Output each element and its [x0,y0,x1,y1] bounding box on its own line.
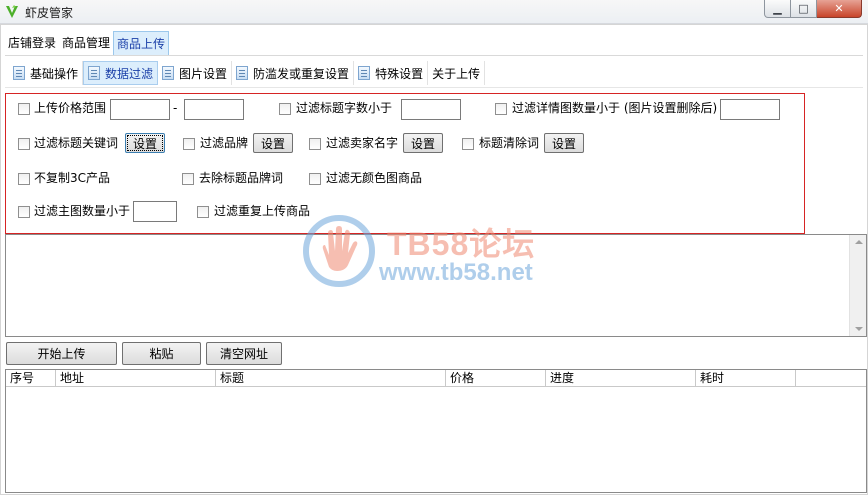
filter-panel: 上传价格范围 - 过滤标题字数小于 过滤详情图数量小于 (图片设置删除后) 过滤… [5,93,805,234]
vertical-scrollbar[interactable] [849,235,866,336]
start-upload-button[interactable]: 开始上传 [6,342,117,365]
page-icon [358,66,371,80]
title-length-checkbox[interactable] [279,103,291,115]
seller-name-settings-button[interactable]: 设置 [403,133,443,153]
price-range-checkbox[interactable] [18,103,30,115]
app-logo-icon [6,5,18,18]
subtab-label: 基础操作 [30,66,79,81]
clear-urls-button[interactable]: 清空网址 [206,342,282,365]
price-min-input[interactable] [110,99,170,120]
tab-store-login[interactable]: 店铺登录 [5,31,59,55]
window-title: 虾皮管家 [25,6,74,20]
window-controls: ▁ □ ✕ [764,0,862,18]
title-length-input[interactable] [401,99,461,120]
subtab-anti-spam-settings[interactable]: 防滥发或重复设置 [232,61,355,85]
subtab-label: 特殊设置 [375,66,424,81]
page-icon [88,66,101,80]
no-color-images-label: 过滤无颜色图商品 [326,171,423,185]
column-header-progress[interactable]: 进度 [546,370,696,387]
title-keywords-checkbox[interactable] [18,138,30,150]
seller-name-label: 过滤卖家名字 [326,136,399,150]
page-icon [236,66,249,80]
subtab-label: 防滥发或重复设置 [253,66,350,81]
subtab-data-filter[interactable]: 数据过滤 [83,61,159,85]
price-max-input[interactable] [184,99,244,120]
tab-product-upload[interactable]: 商品上传 [113,31,170,56]
no-color-images-checkbox[interactable] [309,173,321,185]
duplicate-upload-label: 过滤重复上传商品 [214,204,311,218]
tab-product-management[interactable]: 商品管理 [59,31,113,55]
no-3c-checkbox[interactable] [18,173,30,185]
title-length-label: 过滤标题字数小于 [296,101,393,115]
price-separator: - [173,101,178,115]
brand-checkbox[interactable] [183,138,195,150]
duplicate-upload-checkbox[interactable] [197,206,209,218]
subtab-about-upload[interactable]: 关于上传 [428,61,486,85]
detail-images-label: 过滤详情图数量小于 (图片设置删除后) [512,101,718,115]
paste-button[interactable]: 粘贴 [122,342,201,365]
title-clear-words-settings-button[interactable]: 设置 [544,133,584,153]
no-3c-label: 不复制3C产品 [34,171,111,185]
scroll-down-icon[interactable] [855,327,863,331]
remove-brand-words-label: 去除标题品牌词 [199,171,284,185]
column-header-url[interactable]: 地址 [56,370,216,387]
table-header: 序号 地址 标题 价格 进度 耗时 [6,370,866,387]
tab-divider [5,55,863,56]
subtab-divider [5,87,863,88]
column-header-price[interactable]: 价格 [446,370,546,387]
scroll-up-icon[interactable] [855,240,863,244]
subtab-image-settings[interactable]: 图片设置 [158,61,233,85]
price-range-label: 上传价格范围 [34,101,107,115]
column-header-duration[interactable]: 耗时 [696,370,796,387]
column-header-index[interactable]: 序号 [6,370,56,387]
main-window: 店铺登录 商品管理 商品上传 基础操作 数据过滤 图片设置 防滥发或重复设置 特… [0,24,868,495]
title-clear-words-label: 标题清除词 [479,136,540,150]
maximize-button[interactable]: □ [791,0,817,18]
main-images-checkbox[interactable] [18,206,30,218]
subtab-special-settings[interactable]: 特殊设置 [354,61,429,85]
sub-tab-bar: 基础操作 数据过滤 图片设置 防滥发或重复设置 特殊设置 关于上传 [9,61,486,85]
brand-label: 过滤品牌 [200,136,249,150]
subtab-label: 数据过滤 [105,66,154,81]
minimize-button[interactable]: ▁ [764,0,791,18]
subtab-label: 关于上传 [432,66,481,81]
page-icon [162,66,175,80]
detail-images-input[interactable] [720,99,780,120]
title-keywords-settings-button[interactable]: 设置 [125,133,165,153]
title-keywords-label: 过滤标题关键词 [34,136,119,150]
page-icon [13,66,25,80]
subtab-label: 图片设置 [179,66,228,81]
detail-images-checkbox[interactable] [495,103,507,115]
subtab-basic-operations[interactable]: 基础操作 [9,61,84,85]
main-images-input[interactable] [133,201,177,222]
main-images-label: 过滤主图数量小于 [34,204,131,218]
title-bar: 虾皮管家 ▁ □ ✕ [0,0,868,24]
remove-brand-words-checkbox[interactable] [182,173,194,185]
seller-name-checkbox[interactable] [309,138,321,150]
url-textarea[interactable] [5,234,867,337]
main-tab-bar: 店铺登录 商品管理 商品上传 [5,31,170,56]
upload-table: 序号 地址 标题 价格 进度 耗时 [5,369,867,493]
brand-settings-button[interactable]: 设置 [253,133,293,153]
column-header-title[interactable]: 标题 [216,370,446,387]
close-button[interactable]: ✕ [817,0,862,18]
title-clear-words-checkbox[interactable] [462,138,474,150]
